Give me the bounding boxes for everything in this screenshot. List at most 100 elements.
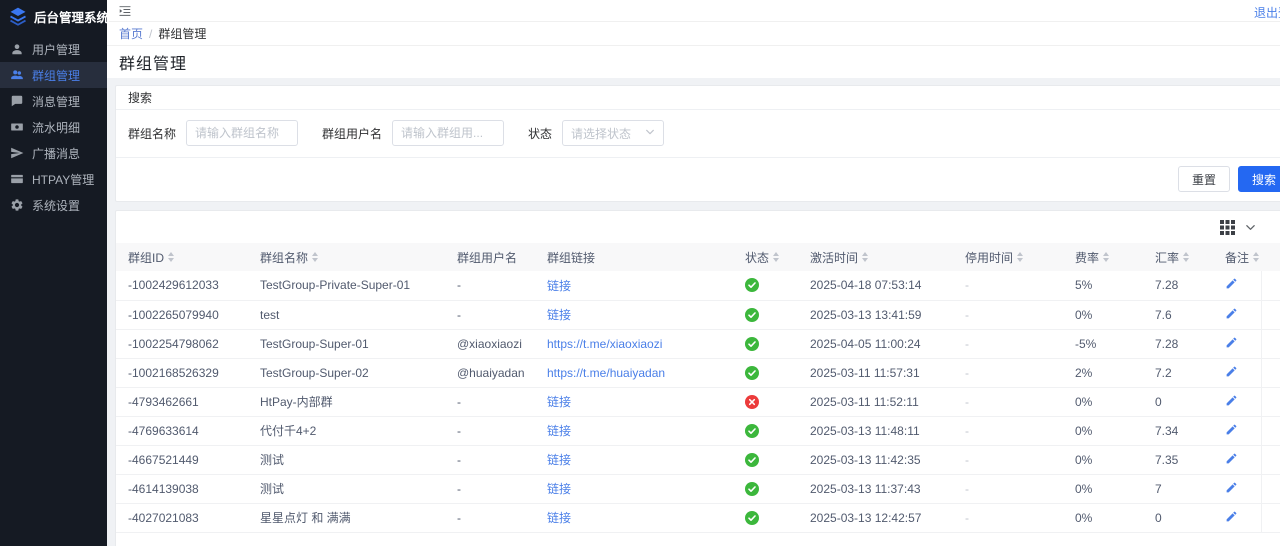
menu-fold-icon[interactable] [118, 4, 132, 18]
group-link[interactable]: 链接 [547, 482, 571, 496]
group-link[interactable]: 链接 [547, 395, 571, 409]
column-settings-grid-icon[interactable] [1220, 220, 1235, 235]
sort-caret-icon[interactable] [1017, 252, 1023, 262]
app-logo-icon [8, 6, 28, 26]
cell-remark [1213, 445, 1261, 474]
sidebar-item-htpay[interactable]: HTPAY管理 [0, 166, 107, 192]
group-link[interactable]: 链接 [547, 424, 571, 438]
column-header-deactivated_at[interactable]: 停用时间 [953, 243, 1063, 271]
table-header-row: 群组ID 群组名称群组用户名 群组链接 状态 激活时间停用时间费率 汇率 备注 [116, 243, 1280, 271]
column-header-rate[interactable]: 汇率 [1143, 243, 1213, 271]
column-header-name[interactable]: 群组名称 [248, 243, 445, 271]
cell-id: -1002254798062 [116, 329, 248, 358]
edit-remark-pencil-icon[interactable] [1225, 423, 1238, 436]
column-header-id[interactable]: 群组ID [116, 243, 248, 271]
chevron-down-icon[interactable] [1245, 222, 1256, 233]
group-link[interactable]: 链接 [547, 511, 571, 525]
column-label: 状态 [745, 249, 769, 266]
column-label: 群组用户名 [457, 249, 517, 266]
cell-rate: 7.28 [1143, 329, 1213, 358]
sidebar-item-settings[interactable]: 系统设置 [0, 192, 107, 218]
cell-username: @xiaoxiaozi [445, 329, 535, 358]
edit-remark-pencil-icon[interactable] [1225, 481, 1238, 494]
sort-caret-icon[interactable] [773, 252, 779, 262]
edit-remark-pencil-icon[interactable] [1225, 277, 1238, 290]
edit-remark-pencil-icon[interactable] [1225, 452, 1238, 465]
edit-remark-pencil-icon[interactable] [1225, 394, 1238, 407]
cell-clipped [1261, 358, 1280, 387]
column-label: 费率 [1075, 249, 1099, 266]
edit-remark-pencil-icon[interactable] [1225, 365, 1238, 378]
cell-deactivated_at: - [953, 416, 1063, 445]
reset-button[interactable]: 重置 [1178, 166, 1230, 192]
cell-remark [1213, 329, 1261, 358]
cell-status [733, 271, 798, 300]
cell-clipped [1261, 445, 1280, 474]
cell-link: 链接 [535, 503, 733, 532]
sort-caret-icon[interactable] [1253, 252, 1259, 262]
cell-deactivated_at: - [953, 387, 1063, 416]
cell-remark [1213, 387, 1261, 416]
edit-remark-pencil-icon[interactable] [1225, 336, 1238, 349]
group-link[interactable]: 链接 [547, 453, 571, 467]
sidebar-item-transactions[interactable]: 流水明细 [0, 114, 107, 140]
cell-id: -4614139038 [116, 474, 248, 503]
edit-remark-pencil-icon[interactable] [1225, 510, 1238, 523]
sort-caret-icon[interactable] [1183, 252, 1189, 262]
status-select[interactable]: 请选择状态 [562, 120, 664, 146]
main-area: 退出登录 首页 / 群组管理 群组管理 搜索 群组名称群组用户名状态请选择状态 … [107, 0, 1280, 546]
cell-fee: 0% [1063, 503, 1143, 532]
column-header-fee[interactable]: 费率 [1063, 243, 1143, 271]
logout-link[interactable]: 退出登录 [1254, 4, 1280, 21]
cell-deactivated_at: - [953, 358, 1063, 387]
group-link[interactable]: https://t.me/huaiyadan [547, 366, 665, 380]
group-name-input[interactable] [186, 120, 298, 146]
cell-status [733, 329, 798, 358]
banknote-icon [10, 120, 24, 134]
column-label: 备注 [1225, 249, 1249, 266]
column-header-status[interactable]: 状态 [733, 243, 798, 271]
sidebar-item-users[interactable]: 用户管理 [0, 36, 107, 62]
cell-remark [1213, 300, 1261, 329]
column-header-activated_at[interactable]: 激活时间 [798, 243, 953, 271]
search-field-group-name: 群组名称 [128, 120, 298, 146]
cell-clipped [1261, 387, 1280, 416]
group-link[interactable]: 链接 [547, 308, 571, 322]
cell-username: - [445, 416, 535, 445]
status-enabled-icon [745, 424, 798, 438]
cell-fee: -5% [1063, 329, 1143, 358]
sidebar-item-broadcast[interactable]: 广播消息 [0, 140, 107, 166]
sort-caret-icon[interactable] [168, 252, 174, 262]
group-username-input[interactable] [392, 120, 504, 146]
sidebar-item-groups[interactable]: 群组管理 [0, 62, 107, 88]
table-body: -1002429612033TestGroup-Private-Super-01… [116, 271, 1280, 532]
table-row: -1002265079940test-链接2025-03-13 13:41:59… [116, 300, 1280, 329]
cell-activated_at: 2025-03-13 11:48:11 [798, 416, 953, 445]
search-field-status: 状态请选择状态 [528, 120, 664, 146]
status-disabled-icon [745, 395, 798, 409]
edit-remark-pencil-icon[interactable] [1225, 307, 1238, 320]
search-panel: 搜索 群组名称群组用户名状态请选择状态 重置 搜索 [115, 85, 1280, 202]
column-header-link: 群组链接 [535, 243, 733, 271]
table-panel: 群组ID 群组名称群组用户名 群组链接 状态 激活时间停用时间费率 汇率 备注 -10024… [115, 210, 1280, 546]
column-label: 群组链接 [547, 249, 595, 266]
group-link[interactable]: 链接 [547, 279, 571, 293]
table-row: -4614139038测试-链接2025-03-13 11:37:43-0%7 [116, 474, 1280, 503]
app-logo-row: 后台管理系统 [0, 0, 107, 34]
cell-clipped [1261, 300, 1280, 329]
status-enabled-icon [745, 511, 798, 525]
sidebar-item-messages[interactable]: 消息管理 [0, 88, 107, 114]
sort-caret-icon[interactable] [1103, 252, 1109, 262]
column-header-remark[interactable]: 备注 [1213, 243, 1261, 271]
sort-caret-icon[interactable] [862, 252, 868, 262]
breadcrumb-home-link[interactable]: 首页 [119, 25, 143, 42]
cell-remark [1213, 271, 1261, 300]
chevron-down-icon [645, 126, 655, 140]
column-label: 汇率 [1155, 249, 1179, 266]
group-link[interactable]: https://t.me/xiaoxiaozi [547, 337, 662, 351]
sort-caret-icon[interactable] [312, 252, 318, 262]
search-button[interactable]: 搜索 [1238, 166, 1280, 192]
column-label: 群组ID [128, 249, 164, 266]
cell-status [733, 445, 798, 474]
status-enabled-icon [745, 482, 798, 496]
